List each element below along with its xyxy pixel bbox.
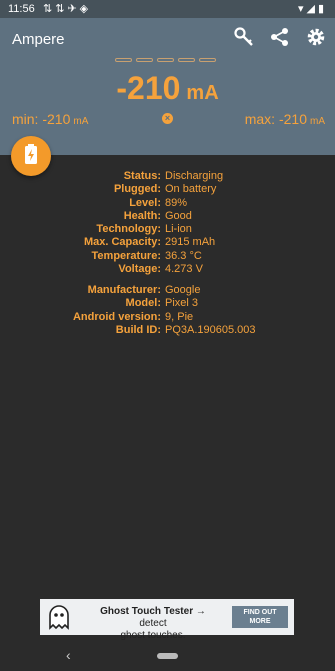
meter-header: Ampere -210 mA min: -210 mA × max: -210 mA [0,18,335,155]
info-value: Pixel 3 [165,297,199,310]
info-value: Google [165,284,201,296]
info-row: Model: Pixel 3 [0,297,335,310]
share-icon[interactable] [269,26,291,48]
ad-banner[interactable]: Ghost Touch Tester → detect ghost touche… [40,599,294,641]
status-time: 11:56 [8,3,35,15]
info-value: Discharging [165,170,224,182]
notification-icon: ⇅ [43,3,56,15]
battery-info-list: Status: Discharging Plugged: On battery Le… [0,170,335,276]
notification-icon: ◈ [79,3,92,15]
range-segment [136,58,153,62]
info-key: Android version: [72,310,161,323]
cta-line2: MORE [249,618,271,625]
range-indicator [115,58,216,62]
cta-line1: FIND OUT [243,609,277,616]
info-value: 2915 mAh [165,236,216,249]
app-title: Ampere [12,31,65,48]
info-value: 89% [165,196,188,209]
info-key: Status: [123,170,161,182]
info-key: Level: [129,196,161,209]
info-key: Build ID: [115,323,161,336]
ad-text: Ghost Touch Tester → detect ghost touche… [88,606,218,642]
range-segment [115,58,132,62]
min-label: min: [12,111,39,127]
ad-line2: ghost touches. [120,630,186,641]
info-row: Health: Good [0,210,335,223]
info-value: 36.3 °C [165,249,202,262]
info-value: Good [165,209,192,222]
info-value: Li-ion [165,223,192,236]
ad-title: Ghost Touch Tester [100,606,194,617]
info-key: Max. Capacity: [83,236,161,249]
home-pill-button[interactable] [157,653,178,659]
info-row: Voltage: 4.273 V [0,263,335,276]
info-row: Status: Discharging [0,170,335,183]
range-segment [157,58,174,62]
current-value: -210 [116,70,181,106]
ad-arrow: → [195,606,206,617]
battery-icon: ▮ [317,3,327,15]
current-reading: -210 mA [0,70,335,107]
find-out-more-button[interactable]: FIND OUT MORE [232,606,288,628]
info-row: Max. Capacity: 2915 mAh [0,236,335,249]
info-value: 4.273 V [165,263,203,276]
status-bar: 11:56 ⇅⇅✈◈ ▾◢▮ [0,0,335,18]
device-info-list: Manufacturer: Google Model: Pixel 3 Androi… [0,284,335,337]
min-unit: mA [73,116,89,127]
ad-line1: detect [139,618,167,629]
info-key: Health: [123,209,161,222]
key-icon[interactable] [233,26,255,48]
info-key: Temperature: [91,249,161,262]
info-row: Technology: Li-ion [0,223,335,236]
info-row: Build ID: PQ3A.190605.003 [0,324,335,337]
max-value: -210 [278,111,307,127]
system-icons: ▾◢▮ [298,2,327,15]
info-key: Manufacturer: [87,284,161,296]
info-key: Model: [125,297,161,310]
settings-icon[interactable] [305,26,327,48]
signal-icon: ◢ [306,3,318,15]
info-row: Temperature: 36.3 °C [0,250,335,263]
max-reading: max: -210 mA [245,111,325,127]
info-row: Android version: 9, Pie [0,311,335,324]
battery-charging-icon [24,143,38,169]
current-unit: mA [186,82,219,104]
info-value: 9, Pie [165,310,194,323]
range-segment [199,58,216,62]
notification-icon: ⇅ [55,3,68,15]
notification-icons: ⇅⇅✈◈ [43,2,91,15]
info-value: PQ3A.190605.003 [165,323,256,336]
range-segment [178,58,195,62]
info-key: Plugged: [113,183,161,196]
reset-icon[interactable]: × [162,113,173,124]
info-key: Voltage: [118,263,161,276]
app-bar-actions [233,26,327,48]
notification-icon: ✈ [67,3,80,15]
back-icon[interactable]: ‹ [66,647,71,663]
info-key: Technology: [96,223,161,236]
info-row: Plugged: On battery [0,183,335,196]
min-value: -210 [42,111,71,127]
info-value: On battery [165,183,217,196]
max-unit: mA [310,116,325,127]
info-row: Level: 89% [0,197,335,210]
navigation-bar: ‹ [0,641,335,671]
min-reading: min: -210 mA [12,111,88,127]
max-label: max: [244,111,276,127]
ghost-icon [46,604,72,635]
info-row: Manufacturer: Google [0,284,335,297]
